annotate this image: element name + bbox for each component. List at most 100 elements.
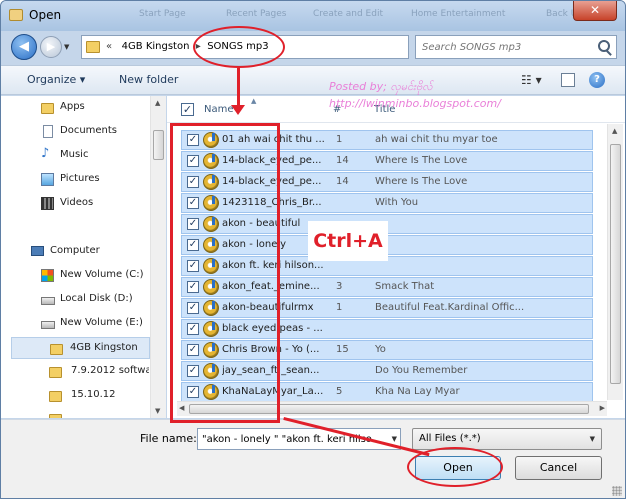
ghost-tab: Start Page bbox=[139, 9, 186, 19]
scrollbar-thumb[interactable] bbox=[153, 130, 164, 160]
nav-item-label: New Volume (C:) bbox=[60, 269, 144, 280]
annotation-circle-folder bbox=[193, 26, 285, 68]
file-title: Smack That bbox=[375, 281, 435, 292]
file-track-number: 15 bbox=[336, 344, 349, 355]
nav-item-label: New Volume (E:) bbox=[60, 317, 143, 328]
nav-item-label: Videos bbox=[60, 197, 94, 208]
drive-icon bbox=[41, 297, 55, 305]
videos-icon bbox=[41, 197, 54, 210]
file-title: Do You Remember bbox=[375, 365, 468, 376]
open-dialog: Open Start Page Recent Pages Create and … bbox=[0, 0, 626, 499]
new-folder-button[interactable]: New folder bbox=[119, 73, 178, 86]
change-view-button[interactable]: ☷ ▾ bbox=[521, 73, 542, 87]
documents-icon bbox=[43, 125, 53, 138]
nav-item-music[interactable]: ♪ Music bbox=[1, 145, 151, 167]
scrollbar-thumb[interactable] bbox=[610, 144, 621, 384]
preview-pane-icon[interactable] bbox=[561, 73, 575, 87]
command-bar: Organize ▾ New folder ☷ ▾ ? bbox=[1, 65, 625, 95]
nav-item-videos[interactable]: Videos bbox=[1, 193, 151, 215]
annotation-arrow-line bbox=[237, 68, 240, 106]
nav-item-label: Music bbox=[60, 149, 89, 160]
folder-icon bbox=[49, 414, 62, 418]
nav-item-label: 7.9.2012 software bbox=[71, 365, 149, 376]
file-track-number: 14 bbox=[336, 155, 349, 166]
nav-item-label: .. bbox=[71, 412, 78, 418]
nav-item-15-10-12[interactable]: 15.10.12 bbox=[1, 385, 151, 407]
scroll-right-arrow-icon[interactable]: ▶ bbox=[600, 404, 605, 412]
organize-button[interactable]: Organize ▾ bbox=[27, 73, 85, 86]
music-icon: ♪ bbox=[41, 146, 50, 161]
file-title: Yo bbox=[375, 344, 386, 355]
nav-item-drive-c[interactable]: New Volume (C:) bbox=[1, 265, 151, 287]
sort-ascending-icon: ▲ bbox=[251, 97, 257, 105]
dialog-icon bbox=[9, 9, 23, 21]
file-name-label: File name: bbox=[140, 432, 197, 445]
chevron-down-icon[interactable]: ▼ bbox=[590, 435, 595, 443]
annotation-arrow-head bbox=[231, 105, 245, 115]
blog-watermark: Posted by; လှမင်းဗိုလ် http://lwinminbo.… bbox=[329, 79, 501, 112]
file-title: Where Is The Love bbox=[375, 155, 468, 166]
nav-item-pictures[interactable]: Pictures bbox=[1, 169, 151, 191]
nav-item-partial[interactable]: .. bbox=[1, 408, 151, 418]
pictures-icon bbox=[41, 173, 54, 186]
nav-item-4gb-kingston[interactable]: 4GB Kingston bbox=[11, 337, 150, 359]
scroll-up-arrow-icon[interactable]: ▲ bbox=[612, 127, 617, 135]
annotation-selection-box bbox=[170, 123, 280, 423]
windows-drive-icon bbox=[41, 269, 54, 282]
file-type-filter-value: All Files (*.*) bbox=[419, 433, 481, 444]
watermark-url: http://lwinminbo.blogspot.com/ bbox=[329, 97, 501, 110]
file-title: Beautiful Feat.Kardinal Offic... bbox=[375, 302, 525, 313]
ghost-tab: Recent Pages bbox=[226, 9, 287, 19]
file-title: Where Is The Love bbox=[375, 176, 468, 187]
computer-icon bbox=[31, 246, 44, 256]
file-list-vertical-scrollbar[interactable]: ▲ bbox=[607, 124, 623, 400]
file-track-number: 3 bbox=[336, 281, 343, 292]
ghost-tab: Home Entertainment bbox=[411, 9, 506, 19]
folder-icon bbox=[41, 103, 54, 114]
nav-item-drive-e[interactable]: New Volume (E:) bbox=[1, 313, 151, 335]
dialog-title: Open bbox=[29, 8, 62, 22]
chevron-down-icon[interactable]: ▼ bbox=[392, 435, 397, 443]
watermark-author: Posted by; လှမင်းဗိုလ် bbox=[329, 80, 433, 93]
scroll-up-arrow-icon[interactable]: ▲ bbox=[155, 99, 160, 107]
column-header-name[interactable]: Name bbox=[204, 104, 234, 115]
folder-icon bbox=[49, 367, 62, 378]
breadcrumb-item[interactable]: 4GB Kingston bbox=[122, 41, 190, 52]
select-all-checkbox[interactable]: ✓ bbox=[181, 103, 194, 116]
nav-item-software-folder[interactable]: 7.9.2012 software bbox=[1, 361, 151, 383]
search-input[interactable] bbox=[422, 40, 592, 54]
folder-icon bbox=[49, 391, 62, 402]
nav-item-documents[interactable]: Documents bbox=[1, 121, 151, 143]
file-track-number: 1 bbox=[336, 134, 343, 145]
file-track-number: 14 bbox=[336, 176, 349, 187]
file-type-filter[interactable]: All Files (*.*) ▼ bbox=[412, 428, 602, 450]
forward-button[interactable]: ▶ bbox=[40, 36, 62, 58]
back-button[interactable]: ◀ bbox=[11, 34, 37, 60]
ghost-tab: Create and Edit bbox=[313, 9, 383, 19]
breadcrumb-overflow[interactable]: « bbox=[106, 41, 112, 52]
nav-item-drive-d[interactable]: Local Disk (D:) bbox=[1, 289, 151, 311]
drive-icon bbox=[41, 321, 55, 329]
nav-item-label: Pictures bbox=[60, 173, 100, 184]
file-track-number: 1 bbox=[336, 302, 343, 313]
navigation-pane: Apps Documents ♪ Music Pictures Videos C… bbox=[1, 96, 166, 418]
recent-pages-chevron-down-icon[interactable]: ▼ bbox=[64, 43, 69, 51]
folder-icon bbox=[50, 344, 63, 355]
folder-icon bbox=[86, 41, 100, 53]
resize-grip-icon[interactable] bbox=[612, 486, 622, 496]
scroll-down-arrow-icon[interactable]: ▼ bbox=[155, 407, 160, 415]
search-icon[interactable] bbox=[598, 40, 610, 52]
file-title: ah wai chit thu myar toe bbox=[375, 134, 498, 145]
file-track-number: 5 bbox=[336, 386, 343, 397]
dialog-footer: File name: ▼ All Files (*.*) ▼ Open Canc… bbox=[1, 419, 625, 498]
nav-item-computer[interactable]: Computer bbox=[1, 241, 151, 263]
nav-item-label: Local Disk (D:) bbox=[60, 293, 133, 304]
search-box[interactable] bbox=[415, 35, 617, 59]
file-title: With You bbox=[375, 197, 419, 208]
title-bar[interactable]: Open Start Page Recent Pages Create and … bbox=[1, 1, 625, 31]
close-button[interactable]: ✕ bbox=[573, 1, 617, 21]
help-button[interactable]: ? bbox=[589, 72, 605, 88]
cancel-button[interactable]: Cancel bbox=[515, 456, 602, 480]
nav-scrollbar[interactable]: ▲ ▼ bbox=[150, 96, 166, 418]
nav-item-apps[interactable]: Apps bbox=[1, 97, 151, 119]
